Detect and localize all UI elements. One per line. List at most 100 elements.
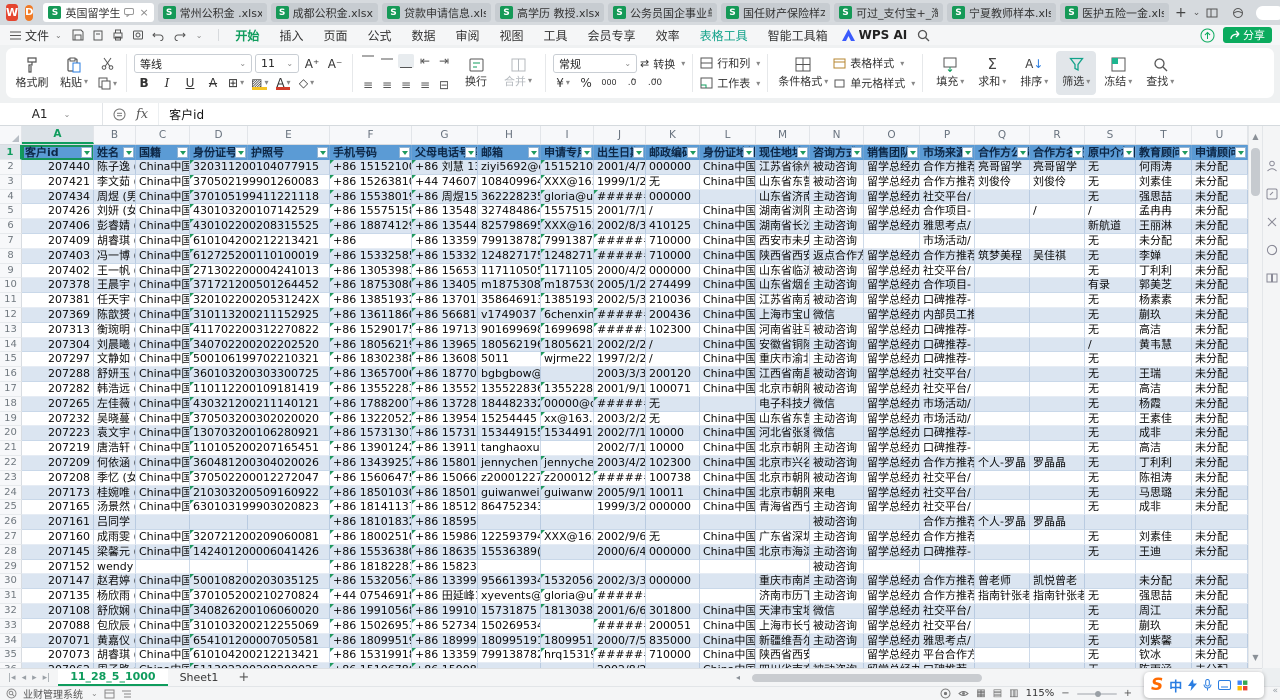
grid-cell[interactable]: +86 18099519 bbox=[330, 634, 412, 649]
grid-cell[interactable] bbox=[975, 382, 1030, 397]
grid-cell[interactable]: 327484864 bbox=[478, 204, 541, 219]
grid-cell[interactable]: 微信 bbox=[810, 426, 864, 441]
filter-dropdown-icon[interactable] bbox=[851, 147, 862, 158]
page-layout-view-icon[interactable]: ▤ bbox=[993, 688, 1002, 699]
grid-cell[interactable] bbox=[700, 560, 756, 575]
grid-cell[interactable]: 被动咨询 bbox=[810, 175, 864, 190]
grid-cell[interactable]: 362228235 bbox=[478, 190, 541, 205]
grid-cell[interactable] bbox=[136, 515, 190, 530]
grid-cell[interactable]: 2002/3/3 bbox=[594, 574, 646, 589]
header-cell[interactable]: 身份证地址 bbox=[700, 145, 756, 160]
grid-cell[interactable] bbox=[700, 574, 756, 589]
grid-cell[interactable]: 韩浩远 (男 bbox=[94, 382, 136, 397]
ime-lightning-icon[interactable] bbox=[1188, 679, 1197, 691]
grid-cell[interactable]: 刘妍 (女) bbox=[94, 204, 136, 219]
grid-cell[interactable]: ziyi5692@q bbox=[478, 160, 541, 175]
pane-expand-icon[interactable] bbox=[1266, 188, 1278, 200]
borders-icon[interactable]: ⊞▾ bbox=[226, 73, 246, 92]
grid-cell[interactable]: 370503200302020020 bbox=[190, 412, 248, 427]
filter-dropdown-icon[interactable] bbox=[1017, 147, 1028, 158]
grid-cell[interactable]: 任天宇 (女 bbox=[94, 293, 136, 308]
grid-cell[interactable]: 2002/7/16 bbox=[594, 426, 646, 441]
grid-cell[interactable]: 留学总经办 bbox=[864, 634, 920, 649]
menu-tab-页面[interactable]: 页面 bbox=[313, 27, 357, 44]
grid-cell[interactable]: 274499 bbox=[646, 278, 700, 293]
grid-cell[interactable]: ######### bbox=[594, 234, 646, 249]
grid-cell[interactable]: 无 bbox=[1085, 589, 1136, 604]
grid-cell[interactable]: 430103200107142529 bbox=[190, 204, 248, 219]
grid-cell[interactable]: 340826200106060020 bbox=[190, 604, 248, 619]
grid-cell[interactable]: 有录 bbox=[1085, 278, 1136, 293]
grid-cell[interactable]: 河南省驻马 bbox=[756, 323, 810, 338]
grid-cell[interactable]: 吴佳祺 bbox=[1030, 249, 1085, 264]
grid-cell[interactable]: 留学总经办 bbox=[864, 486, 920, 501]
worksheet-button[interactable]: 工作表▾ bbox=[700, 74, 760, 93]
grid-cell[interactable] bbox=[1030, 352, 1085, 367]
grid-cell[interactable]: 000000 bbox=[646, 190, 700, 205]
grid-cell[interactable]: 370105199411221118 bbox=[190, 190, 248, 205]
grid-cell[interactable]: 杨素素 bbox=[1136, 293, 1192, 308]
grid-cell[interactable]: 主动咨询 bbox=[810, 545, 864, 560]
row-number[interactable]: 16 bbox=[0, 367, 22, 382]
grid-cell[interactable]: 马思璐 bbox=[1136, 486, 1192, 501]
grid-cell[interactable]: China中国 bbox=[700, 264, 756, 279]
grid-cell[interactable]: 无 bbox=[1085, 367, 1136, 382]
header-cell[interactable]: 原中介机构 bbox=[1085, 145, 1136, 160]
grid-cell[interactable]: +86 1340540988 bbox=[412, 278, 478, 293]
grid-cell[interactable]: 207297 bbox=[22, 352, 94, 367]
header-cell[interactable]: 父母电话号码 bbox=[412, 145, 478, 160]
grid-cell[interactable]: 王一帆 (男 bbox=[94, 264, 136, 279]
header-cell[interactable]: 邮箱 bbox=[478, 145, 541, 160]
filter-dropdown-icon[interactable] bbox=[81, 147, 92, 158]
row-number[interactable]: 31 bbox=[0, 589, 22, 604]
grid-cell[interactable] bbox=[1085, 574, 1136, 589]
menu-tab-智能工具箱[interactable]: 智能工具箱 bbox=[758, 27, 838, 44]
grid-cell[interactable]: 15254445 bbox=[478, 412, 541, 427]
grid-cell[interactable]: 市场活动/ bbox=[920, 412, 975, 427]
grid-cell[interactable]: 无 bbox=[1085, 545, 1136, 560]
grid-cell[interactable]: 无 bbox=[1085, 308, 1136, 323]
grid-cell[interactable]: +86 1580156591 bbox=[412, 456, 478, 471]
column-header-H[interactable]: H bbox=[478, 126, 541, 144]
grid-cell[interactable]: 未分配 bbox=[1192, 293, 1248, 308]
row-number[interactable]: 23 bbox=[0, 471, 22, 486]
contact-assistant-icon[interactable] bbox=[1266, 160, 1278, 172]
smart-fill-icon[interactable] bbox=[1266, 216, 1278, 228]
grid-cell[interactable]: 无 bbox=[1085, 471, 1136, 486]
grid-cell[interactable]: 117110505 bbox=[478, 264, 541, 279]
grid-cell[interactable] bbox=[1192, 560, 1248, 575]
grid-cell[interactable]: 社交平台/ bbox=[920, 619, 975, 634]
file-tab[interactable]: S医护五险一金.xlsx bbox=[1060, 3, 1169, 22]
grid-cell[interactable]: 2005/9/16 bbox=[594, 486, 646, 501]
grid-cell[interactable] bbox=[975, 338, 1030, 353]
grid-cell[interactable]: 无 bbox=[1085, 456, 1136, 471]
macro-record-icon[interactable] bbox=[940, 688, 951, 699]
grid-cell[interactable]: 北京市朝阳 bbox=[756, 486, 810, 501]
header-cell[interactable]: 合作方名称 bbox=[1030, 145, 1085, 160]
currency-icon[interactable]: ¥▾ bbox=[553, 73, 573, 92]
grid-cell[interactable]: 825798695 bbox=[478, 219, 541, 234]
grid-cell[interactable]: 无 bbox=[1085, 234, 1136, 249]
grid-cell[interactable]: +86 1899937166 bbox=[412, 634, 478, 649]
row-number[interactable]: 32 bbox=[0, 604, 22, 619]
grid-cell[interactable]: / bbox=[646, 338, 700, 353]
grid-cell[interactable]: 未分配 bbox=[1192, 441, 1248, 456]
grid-cell[interactable]: 未分配 bbox=[1192, 397, 1248, 412]
grid-cell[interactable]: China中国 bbox=[700, 441, 756, 456]
grid-cell[interactable]: 被动咨询 bbox=[810, 560, 864, 575]
grid-cell[interactable] bbox=[248, 515, 330, 530]
grid-cell[interactable] bbox=[1030, 545, 1085, 560]
grid-cell[interactable] bbox=[975, 323, 1030, 338]
grid-cell[interactable]: 310103200212255069 bbox=[190, 619, 248, 634]
grid-cell[interactable]: +86 1851229020 bbox=[412, 500, 478, 515]
grid-cell[interactable]: 主动咨询 bbox=[810, 412, 864, 427]
filter-dropdown-icon[interactable] bbox=[465, 147, 476, 158]
grid-cell[interactable]: +86 15290175 bbox=[330, 323, 412, 338]
column-header-L[interactable]: L bbox=[700, 126, 756, 144]
board-icon[interactable] bbox=[104, 689, 115, 699]
sum-button[interactable]: Σ 求和▾ bbox=[972, 51, 1012, 95]
grid-cell[interactable]: 无 bbox=[1085, 441, 1136, 456]
grid-cell[interactable]: 2002/9/6 bbox=[594, 530, 646, 545]
grid-cell[interactable]: 799138782 bbox=[541, 234, 594, 249]
filter-dropdown-icon[interactable] bbox=[1123, 147, 1134, 158]
